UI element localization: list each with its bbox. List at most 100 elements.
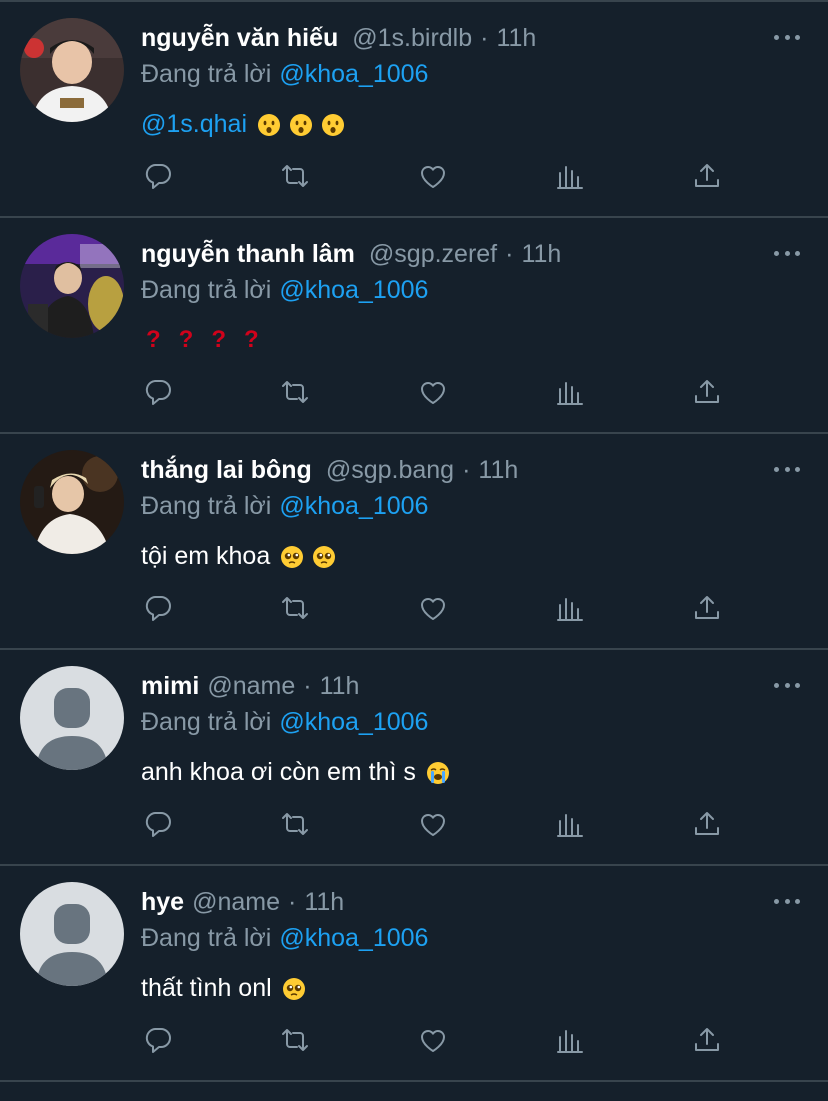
analytics-icon[interactable] [546,152,594,200]
tweet-actions [0,800,828,848]
replying-to-mention[interactable]: @khoa_1006 [279,276,428,304]
replying-label: Đang trả lời [141,276,272,304]
avatar[interactable] [20,666,124,770]
hushed-face-emoji-icon [289,113,313,137]
body-mention[interactable]: @1s.qhai [141,110,247,139]
author-name[interactable]: nguyễn văn hiếu [141,24,338,53]
default-avatar-icon [20,882,124,986]
tweet[interactable]: mimi @name · 11h Đang trả lời @khoa_1006 … [0,650,828,866]
replying-label: Đang trả lời [141,492,272,520]
tweet-body: thất tình onl [141,974,306,1003]
like-icon[interactable] [409,800,457,848]
share-icon[interactable] [683,584,731,632]
share-icon[interactable] [683,152,731,200]
author-name[interactable]: thắng lai bông [141,456,312,485]
timestamp[interactable]: 11h [304,888,344,917]
retweet-icon[interactable] [271,1016,319,1064]
avatar[interactable] [20,18,124,122]
replying-to-mention[interactable]: @khoa_1006 [279,492,428,520]
author-handle[interactable]: @name [207,672,295,701]
pleading-face-emoji-icon [282,977,306,1001]
question-mark-emoji: ? [211,326,227,353]
separator-dot: · [505,240,514,268]
more-options-icon[interactable] [774,680,800,690]
reply-icon[interactable] [134,584,182,632]
tweet[interactable]: thắng lai bông @sgp.bang · 11h Đang trả … [0,434,828,650]
avatar-photo [20,450,124,554]
tweet-actions [0,584,828,632]
share-icon[interactable] [683,1016,731,1064]
reply-icon[interactable] [134,800,182,848]
replying-to-line: Đang trả lời @khoa_1006 [141,276,428,305]
retweet-icon[interactable] [271,800,319,848]
loudly-crying-face-emoji-icon [426,761,450,785]
replying-to-line: Đang trả lời @khoa_1006 [141,60,428,89]
author-name[interactable]: mimi [141,672,199,701]
timestamp[interactable]: 11h [478,456,518,485]
reply-icon[interactable] [134,1016,182,1064]
separator-dot: · [288,888,297,916]
like-icon[interactable] [409,152,457,200]
retweet-icon[interactable] [271,152,319,200]
tweet-body: ? ? ? ? [146,326,277,354]
share-icon[interactable] [683,800,731,848]
question-mark-emoji: ? [178,326,194,353]
replying-to-mention[interactable]: @khoa_1006 [279,708,428,736]
reply-feed: nguyễn văn hiếu @1s.birdlb · 11h Đang tr… [0,0,828,1101]
more-options-icon[interactable] [774,896,800,906]
replying-to-mention[interactable]: @khoa_1006 [279,60,428,88]
replying-label: Đang trả lời [141,708,272,736]
replying-label: Đang trả lời [141,60,272,88]
tweet[interactable]: hye @name · 11h Đang trả lời @khoa_1006 t… [0,866,828,1082]
author-handle[interactable]: @sgp.bang [326,456,454,485]
replying-to-line: Đang trả lời @khoa_1006 [141,924,428,953]
retweet-icon[interactable] [271,584,319,632]
body-text: anh khoa ơi còn em thì s [141,758,416,786]
author-handle[interactable]: @1s.birdlb [352,24,472,53]
avatar[interactable] [20,234,124,338]
default-avatar-icon [20,666,124,770]
avatar[interactable] [20,450,124,554]
body-text: thất tình onl [141,974,272,1002]
avatar-photo [20,234,124,338]
author-handle[interactable]: @name [192,888,280,917]
analytics-icon[interactable] [546,800,594,848]
replying-to-mention[interactable]: @khoa_1006 [279,924,428,952]
pleading-face-emoji-icon [280,545,304,569]
timestamp[interactable]: 11h [521,240,561,269]
tweet-actions [0,368,828,416]
hushed-face-emoji-icon [257,113,281,137]
body-text: tội em khoa [141,542,271,570]
tweet[interactable]: nguyễn văn hiếu @1s.birdlb · 11h Đang tr… [0,2,828,218]
retweet-icon[interactable] [271,368,319,416]
timestamp[interactable]: 11h [320,672,360,701]
more-options-icon[interactable] [774,248,800,258]
reply-icon[interactable] [134,368,182,416]
tweet[interactable]: nguyễn thanh lâm @sgp.zeref · 11h Đang t… [0,218,828,434]
tweet-body: tội em khoa [141,542,336,571]
timestamp[interactable]: 11h [496,24,536,53]
avatar-photo [20,18,124,122]
like-icon[interactable] [409,1016,457,1064]
like-icon[interactable] [409,584,457,632]
share-icon[interactable] [683,368,731,416]
author-handle[interactable]: @sgp.zeref [369,240,497,269]
like-icon[interactable] [409,368,457,416]
avatar[interactable] [20,882,124,986]
tweet-body: @1s.qhai [141,110,345,139]
tweet-actions [0,1016,828,1064]
author-name[interactable]: hye [141,888,184,917]
separator-dot: · [303,672,312,700]
analytics-icon[interactable] [546,1016,594,1064]
tweet-body: anh khoa ơi còn em thì s [141,758,450,787]
analytics-icon[interactable] [546,584,594,632]
separator-dot: · [480,24,489,52]
tweet-actions [0,152,828,200]
more-options-icon[interactable] [774,32,800,42]
author-name[interactable]: nguyễn thanh lâm [141,240,355,269]
question-mark-emoji: ? [146,326,161,353]
question-mark-emoji: ? [244,326,259,353]
more-options-icon[interactable] [774,464,800,474]
analytics-icon[interactable] [546,368,594,416]
reply-icon[interactable] [134,152,182,200]
